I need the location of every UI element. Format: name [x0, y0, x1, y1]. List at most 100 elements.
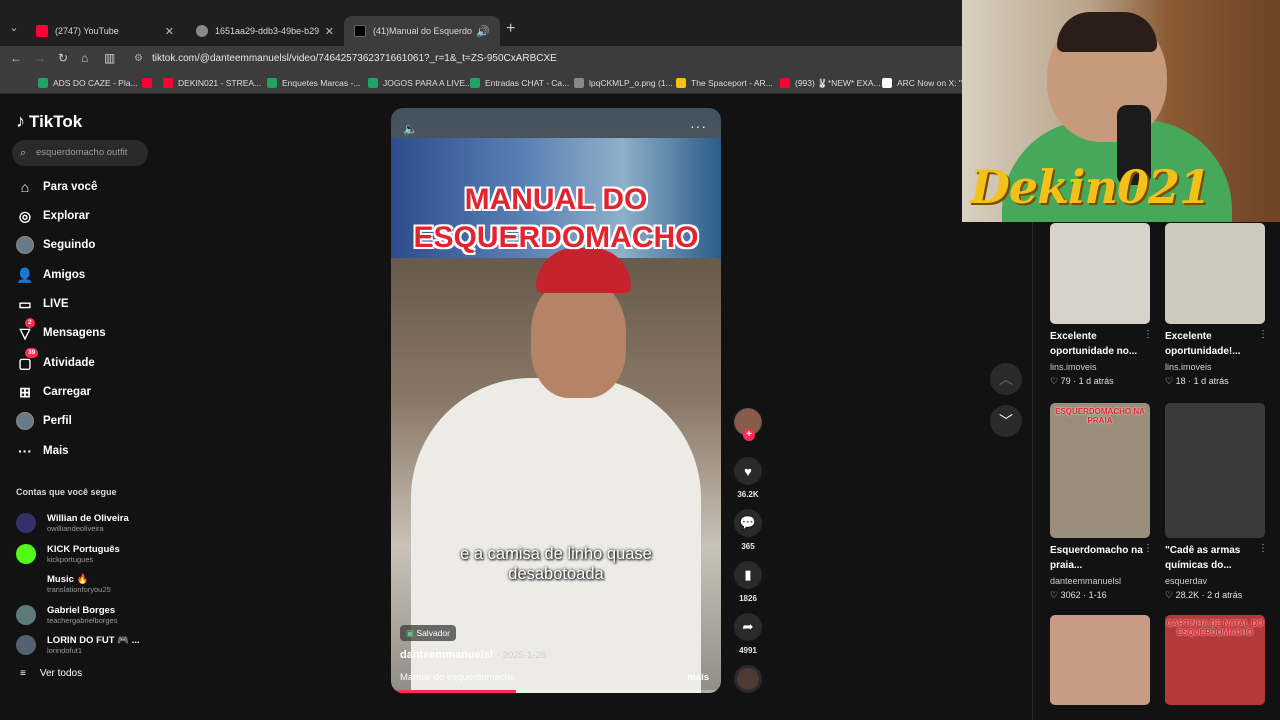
bookmark-item[interactable]: Entradas CHAT - Ca... [470, 76, 569, 90]
location-label: Salvador [416, 628, 450, 638]
related-video-thumbnail[interactable] [1050, 615, 1150, 705]
account-text: KICK Português kickportugues [47, 544, 120, 565]
bookmark-item[interactable]: ADS DO CAZE - Pla... [38, 76, 138, 90]
tiktok-logo[interactable]: ♪ TikTok [16, 111, 82, 132]
sidebar-item-atividade[interactable]: ▢ 39 Atividade [16, 348, 95, 374]
sidebar-item-explorar[interactable]: ◎ Explorar [16, 205, 90, 227]
stats-separator: · [1070, 376, 1079, 386]
video-options-icon[interactable]: ⋮ [1258, 543, 1268, 554]
following-accounts-heading: Contas que você segue [16, 487, 117, 497]
heart-outline-icon: ♡ [1050, 376, 1061, 386]
video-progress-bar[interactable] [391, 690, 721, 693]
video-player[interactable]: 🔈 ··· MANUAL DO ESQUERDOMACHO e a camisa… [391, 108, 721, 693]
related-video-thumbnail[interactable]: ESQUERDOMACHO NA PRAIA [1050, 403, 1150, 538]
volume-icon[interactable]: 🔈 [403, 122, 418, 136]
site-info-icon[interactable]: ⚙ [134, 48, 143, 70]
bookmark-label: (993) 🐰*NEW* EXA... [795, 77, 881, 88]
tab-search-dropdown-icon[interactable]: ⌄ [6, 20, 22, 36]
save-button[interactable]: ▮ 1826 [734, 561, 762, 603]
search-icon: ⌕ [20, 147, 27, 159]
related-video-title[interactable]: Excelente oportunidade no... [1050, 329, 1150, 359]
account-text: Music 🔥 translationforyou25 [47, 574, 111, 595]
video-description: Manual do esquerdomacho [400, 672, 516, 683]
sidebar-item-seguindo[interactable]: Seguindo [16, 234, 95, 256]
new-tab-button[interactable]: + [506, 20, 515, 38]
followed-account-item[interactable]: Willian de Oliveira owilliandeoliveira [16, 509, 129, 537]
home-icon[interactable]: ⌂ [81, 51, 88, 65]
sidebar-item-label: Mensagens [43, 327, 106, 339]
related-video-title[interactable]: Excelente oportunidade!... [1165, 329, 1265, 359]
close-tab-icon[interactable]: ✕ [165, 25, 174, 38]
bookmark-item[interactable]: DEKIN021 - STREA... [163, 76, 261, 90]
close-tab-icon[interactable]: ✕ [325, 25, 334, 38]
next-video-button[interactable]: ﹀ [990, 405, 1022, 437]
related-video-title[interactable]: Esquerdomacho na praia... [1050, 543, 1150, 573]
follow-plus-icon[interactable]: + [743, 429, 755, 441]
split-view-icon[interactable]: ▥ [104, 51, 115, 65]
back-icon[interactable]: ← [10, 51, 22, 65]
stats-separator: · [1185, 376, 1194, 386]
browser-tab-tiktok[interactable]: (41)Manual do Esquerdoma 🔊 [344, 16, 500, 46]
previous-video-button[interactable]: ︿ [990, 363, 1022, 395]
address-bar[interactable]: ⚙ tiktok.com/@danteemmanuelsl/video/7464… [128, 48, 1028, 70]
youtube-favicon-icon [36, 25, 48, 37]
video-title-line2: ESQUERDOMACHO [413, 221, 699, 254]
sidebar-item-label: Amigos [43, 269, 86, 281]
bookmark-item[interactable]: Enquetes Marcas -... [267, 76, 360, 90]
reload-icon[interactable]: ↻ [58, 51, 68, 65]
related-video-user[interactable]: lins.imoveis [1165, 362, 1212, 372]
more-description-link[interactable]: mais [687, 672, 709, 683]
related-video-title[interactable]: "Cadê as armas químicas do... [1165, 543, 1265, 573]
followed-account-item[interactable]: Gabriel Borges teachergabrielborges [16, 601, 117, 629]
followed-account-item[interactable]: LORIN DO FUT 🎮 ... lorindofut1 [16, 631, 140, 659]
related-video-thumbnail[interactable] [1050, 223, 1150, 324]
video-options-icon[interactable]: ⋮ [1143, 329, 1153, 340]
video-options-icon[interactable]: ⋮ [1143, 543, 1153, 554]
account-name: Willian de Oliveira [47, 512, 129, 524]
related-video-thumbnail[interactable]: CARTINHA DE NATAL DO ESQUERDOMACHO [1165, 615, 1265, 705]
see-all-button[interactable]: ≡ Ver todos [20, 668, 82, 679]
sidebar-item-para-voc-[interactable]: ⌂ Para você [16, 176, 98, 198]
related-video-thumbnail[interactable] [1165, 403, 1265, 538]
browser-tab-file[interactable]: 1651aa29-ddb3-49be-b293-10 ✕ [186, 16, 344, 46]
sidebar-item-mensagens[interactable]: ▽ 2 Mensagens [16, 318, 106, 344]
related-video-user[interactable]: danteemmanuelsl [1050, 576, 1121, 586]
sidebar-item-label: Perfil [43, 415, 72, 427]
related-video-thumbnail[interactable] [1165, 223, 1265, 324]
bookmark-label: ADS DO CAZE - Pla... [53, 78, 138, 88]
sidebar-item-amigos[interactable]: 👤 Amigos [16, 264, 85, 286]
sidebar-item-live[interactable]: ▭ LIVE [16, 293, 68, 315]
location-tag[interactable]: ▣ Salvador [400, 625, 456, 641]
like-button[interactable]: ♥ 36.2K [734, 457, 762, 499]
video-options-icon[interactable]: ⋮ [1258, 329, 1268, 340]
video-author[interactable]: danteemmanuelsl · 2025-1-26 [400, 649, 546, 661]
related-video-stats: ♡ 28.2K · 2 d atrás [1165, 590, 1242, 601]
audio-playing-icon[interactable]: 🔊 [476, 25, 490, 38]
comment-button[interactable]: 💬 365 [734, 509, 762, 551]
bookmark-label: DEKIN021 - STREA... [178, 78, 262, 88]
video-title-line1: MANUAL DO [464, 183, 648, 216]
forward-icon[interactable]: → [34, 51, 46, 65]
comment-icon: 💬 [734, 509, 762, 537]
sidebar-item-label: Explorar [43, 210, 90, 222]
related-video-user[interactable]: lins.imoveis [1050, 362, 1097, 372]
bookmark-favicon-icon [368, 78, 378, 88]
bookmark-item[interactable]: (993) 🐰*NEW* EXA... [780, 76, 881, 90]
youtube-bookmark-icon[interactable] [142, 78, 152, 88]
bookmark-item[interactable]: JOGOS PARA A LIVE... [368, 76, 472, 90]
share-button[interactable]: ➦ 4991 [734, 613, 762, 655]
sidebar-item-perfil[interactable]: Perfil [16, 410, 72, 432]
search-input[interactable]: ⌕ esquerdomacho outfit [12, 140, 148, 166]
sidebar-item-mais[interactable]: ··· Mais [16, 440, 69, 462]
bookmark-item[interactable]: The Spaceport - AR... [676, 76, 773, 90]
bookmark-item[interactable]: lpqCKMLP_o.png (1... [574, 76, 673, 90]
account-avatar [16, 635, 36, 655]
followed-account-item[interactable]: KICK Português kickportugues [16, 540, 120, 568]
followed-account-item[interactable]: Music 🔥 translationforyou25 [16, 570, 111, 598]
related-video-user[interactable]: esquerdav [1165, 576, 1207, 586]
sidebar-item-carregar[interactable]: ⊞ Carregar [16, 381, 91, 403]
account-text: Gabriel Borges teachergabrielborges [47, 605, 117, 626]
browser-tab-youtube[interactable]: (2747) YouTube ✕ [26, 16, 184, 46]
video-more-options-icon[interactable]: ··· [690, 118, 707, 134]
music-disc-avatar[interactable] [734, 665, 762, 693]
